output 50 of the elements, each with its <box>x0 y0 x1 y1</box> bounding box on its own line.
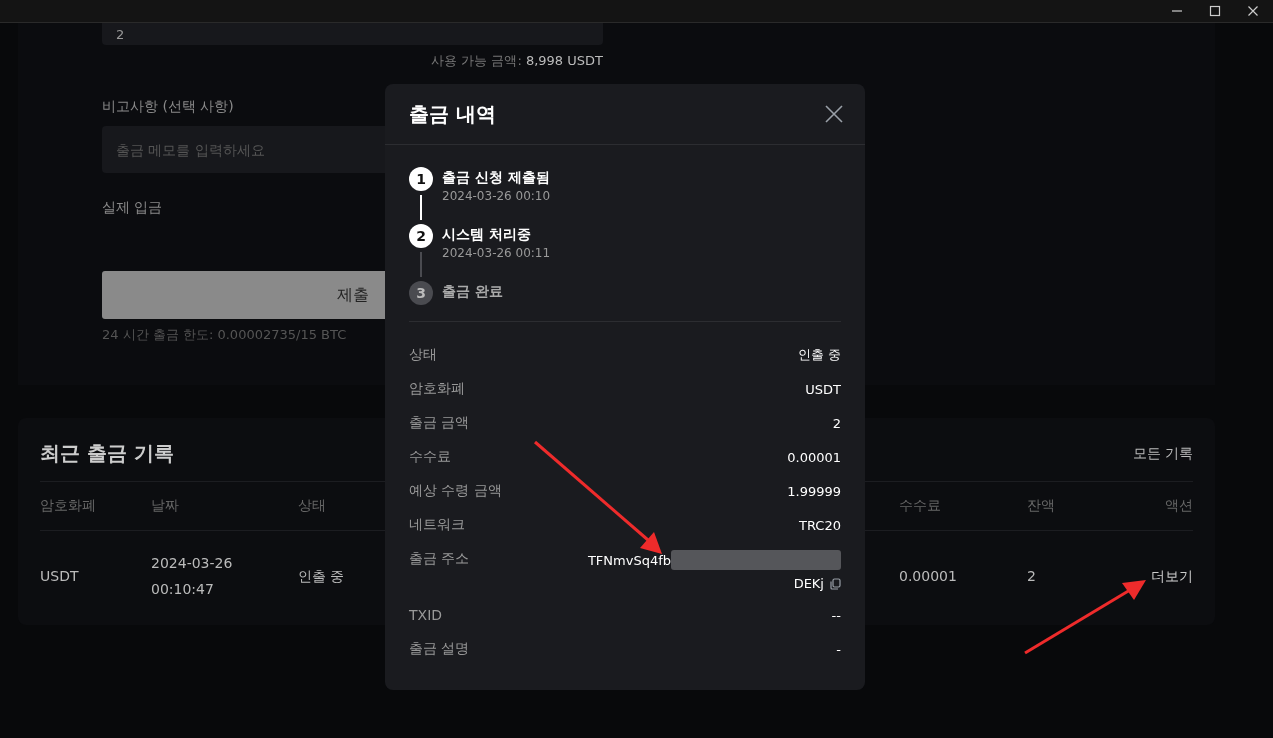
amount-field[interactable]: 2 <box>102 23 603 45</box>
table-cell-text: 2 <box>1027 567 1036 586</box>
table-cell-text: 인출 중 <box>298 567 345 586</box>
dialog-title: 출금 내역 <box>409 100 496 128</box>
step-number: 3 <box>409 281 433 305</box>
section-title: 최근 출금 기록 <box>40 440 174 467</box>
detail-value: 2 <box>832 415 841 431</box>
more-link[interactable]: 더보기 <box>1151 563 1193 589</box>
maximize-icon[interactable] <box>1209 5 1221 17</box>
column-header: 상태 <box>298 497 327 515</box>
detail-label: 네트워크 <box>409 516 465 534</box>
detail-label: 출금 주소 <box>409 550 470 568</box>
detail-label: 출금 금액 <box>409 414 470 432</box>
step-title: 시스템 처리중 <box>442 226 532 244</box>
column-header: 잔액 <box>1027 497 1056 515</box>
detail-value: -- <box>831 607 841 623</box>
step-number: 2 <box>409 224 433 248</box>
detail-label: 수수료 <box>409 448 451 466</box>
detail-label: 암호화폐 <box>409 380 465 398</box>
detail-value: - <box>836 641 841 657</box>
column-header: 수수료 <box>899 497 942 515</box>
step-number: 1 <box>409 167 433 191</box>
table-cell-text: 2024-03-26 00:10:47 <box>151 554 233 599</box>
address-end: DEKj <box>793 576 824 591</box>
detail-value: 1.99999 <box>787 483 841 499</box>
step-time: 2024-03-26 00:11 <box>442 246 551 260</box>
close-icon[interactable] <box>1247 5 1259 17</box>
detail-value: 0.00001 <box>787 449 841 465</box>
copy-icon[interactable] <box>830 577 841 590</box>
detail-value: 인출 중 <box>797 346 841 364</box>
column-header: 액션 <box>1165 497 1193 515</box>
detail-label: 예상 수령 금액 <box>409 482 502 500</box>
detail-label: TXID <box>409 607 443 623</box>
detail-label: 출금 설명 <box>409 640 470 658</box>
detail-label: 상태 <box>409 346 437 364</box>
column-header: 날짜 <box>151 497 180 515</box>
column-header: 암호화폐 <box>40 497 97 515</box>
actual-deposit-label: 실제 입금 <box>102 199 163 217</box>
detail-value: USDT <box>805 381 841 397</box>
withdrawal-limit: 24 시간 출금 한도: 0.00002735/15 BTC <box>102 326 348 344</box>
detail-value: TRC20 <box>799 517 841 533</box>
table-cell-text: USDT <box>40 567 79 586</box>
step-time: 2024-03-26 00:10 <box>442 189 551 203</box>
table-cell-text: 0.00001 <box>899 567 957 586</box>
address-start: TFNmvSq4fb <box>587 552 671 568</box>
step-title: 출금 완료 <box>442 283 503 301</box>
close-icon[interactable] <box>825 105 843 123</box>
memo-label: 비고사항 (선택 사항) <box>102 98 234 116</box>
all-records-link[interactable]: 모든 기록 <box>1132 444 1193 463</box>
available-balance: 사용 가능 금액: 8,998 USDT <box>430 52 603 70</box>
